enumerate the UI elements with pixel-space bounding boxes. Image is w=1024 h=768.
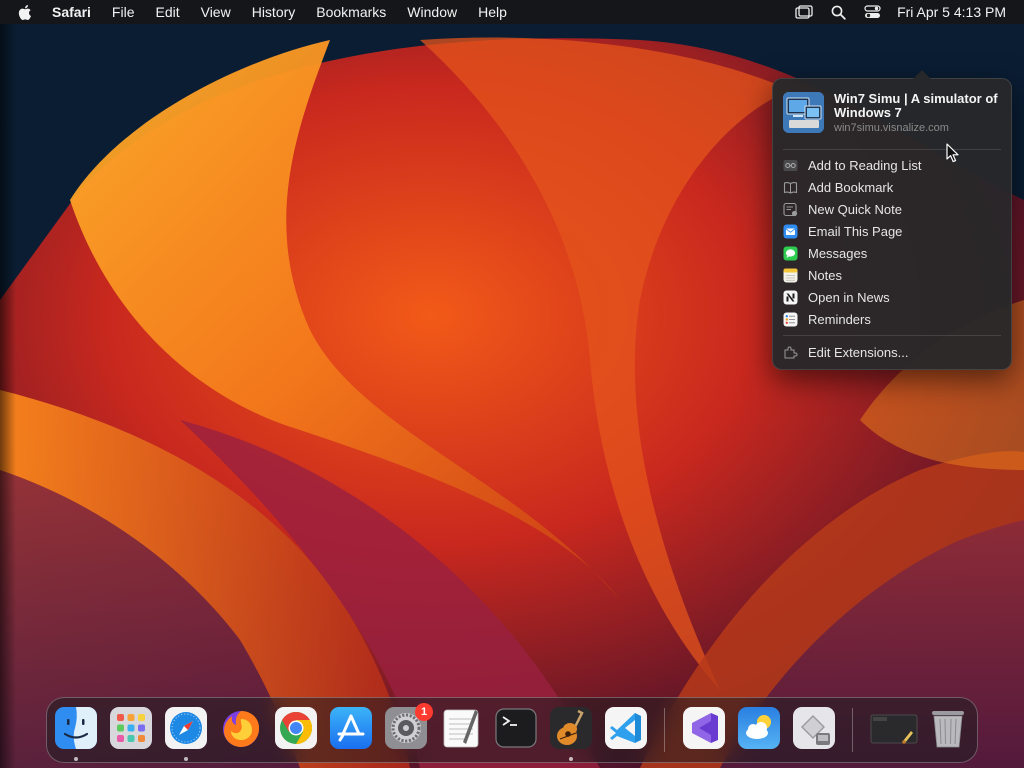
news-icon: [783, 290, 798, 305]
menu-help[interactable]: Help: [478, 4, 507, 20]
dock: 1: [46, 697, 978, 763]
share-item-label: Open in News: [808, 289, 890, 305]
messages-icon: [783, 246, 798, 261]
dock-boot-camp-assistant-icon[interactable]: [793, 707, 835, 749]
running-indicator: [569, 757, 573, 761]
menubar-clock[interactable]: Fri Apr 5 4:13 PM: [897, 4, 1006, 20]
share-item-messages[interactable]: Messages: [783, 243, 1003, 263]
dock-visual-studio-icon[interactable]: [683, 707, 725, 749]
dock-divider: [664, 708, 665, 752]
control-center-icon[interactable]: [864, 5, 881, 19]
share-item-reminders[interactable]: Reminders: [783, 309, 1003, 329]
reminders-icon: [783, 312, 798, 327]
menu-edit[interactable]: Edit: [155, 4, 179, 20]
popover-divider: [783, 149, 1001, 150]
menu-view[interactable]: View: [201, 4, 231, 20]
wallpaper-edge-shade: [0, 24, 16, 768]
share-menu-popover: Win7 Simu | A simulator of Windows 7 win…: [772, 70, 1012, 370]
dock-firefox-icon[interactable]: [220, 707, 262, 749]
share-item-label: Reminders: [808, 311, 871, 327]
quick-note-icon: [783, 202, 798, 217]
share-item-label: Add Bookmark: [808, 179, 894, 195]
dock-safari-icon[interactable]: [165, 707, 207, 749]
running-indicator: [184, 757, 188, 761]
dock-chrome-icon[interactable]: [275, 707, 317, 749]
dock-vscode-icon[interactable]: [605, 707, 647, 749]
share-item-label: New Quick Note: [808, 201, 902, 217]
share-item-label: Edit Extensions...: [808, 344, 909, 360]
share-item-new-quick-note[interactable]: New Quick Note: [783, 199, 1003, 219]
popover-divider: [783, 335, 1001, 336]
menu-safari[interactable]: Safari: [52, 4, 91, 20]
spotlight-search-icon[interactable]: [831, 5, 846, 20]
share-item-email-this-page[interactable]: Email This Page: [783, 221, 1003, 241]
apple-menu-icon[interactable]: [18, 4, 34, 21]
dock-finder-icon[interactable]: [55, 707, 97, 749]
glasses-icon: [783, 158, 798, 173]
dock-minimized-window-icon[interactable]: [869, 707, 919, 749]
share-page-header: Win7 Simu | A simulator of Windows 7 win…: [783, 92, 1003, 136]
share-item-add-to-reading-list[interactable]: Add to Reading List: [783, 155, 1003, 175]
dock-garageband-icon[interactable]: [550, 707, 592, 749]
share-item-notes[interactable]: Notes: [783, 265, 1003, 285]
dock-textedit-icon[interactable]: [440, 707, 482, 749]
share-item-open-in-news[interactable]: Open in News: [783, 287, 1003, 307]
share-item-label: Messages: [808, 245, 868, 261]
share-item-label: Email This Page: [808, 223, 903, 239]
menu-window[interactable]: Window: [407, 4, 457, 20]
running-indicator: [74, 757, 78, 761]
mouse-cursor-icon: [946, 143, 959, 163]
book-icon: [783, 180, 798, 195]
menu-history[interactable]: History: [252, 4, 296, 20]
shared-page-title: Win7 Simu | A simulator of Windows 7: [834, 91, 998, 120]
notes-icon: [783, 268, 798, 283]
notification-badge: 1: [415, 703, 433, 721]
share-item-edit-extensions[interactable]: Edit Extensions...: [783, 342, 1003, 362]
share-item-label: Notes: [808, 267, 842, 283]
menu-file[interactable]: File: [112, 4, 135, 20]
menubar-status-area: Fri Apr 5 4:13 PM: [777, 4, 1006, 20]
dock-weather-icon[interactable]: [738, 707, 780, 749]
shared-page-url: win7simu.visnalize.com: [834, 122, 949, 134]
mail-icon: [783, 224, 798, 239]
dock-divider: [852, 708, 853, 752]
share-item-add-bookmark[interactable]: Add Bookmark: [783, 177, 1003, 197]
popover-arrow: [913, 70, 931, 79]
dock-terminal-icon[interactable]: [495, 707, 537, 749]
dock-trash-icon[interactable]: [927, 707, 969, 749]
share-item-label: Add to Reading List: [808, 157, 922, 173]
dock-app-store-icon[interactable]: [330, 707, 372, 749]
page-thumbnail: [783, 92, 824, 133]
menu-bar: Safari File Edit View History Bookmarks …: [0, 0, 1024, 24]
dock-launchpad-icon[interactable]: [110, 707, 152, 749]
stage-manager-icon[interactable]: [795, 5, 813, 19]
extensions-icon: [783, 345, 798, 360]
menu-bookmarks[interactable]: Bookmarks: [316, 4, 386, 20]
